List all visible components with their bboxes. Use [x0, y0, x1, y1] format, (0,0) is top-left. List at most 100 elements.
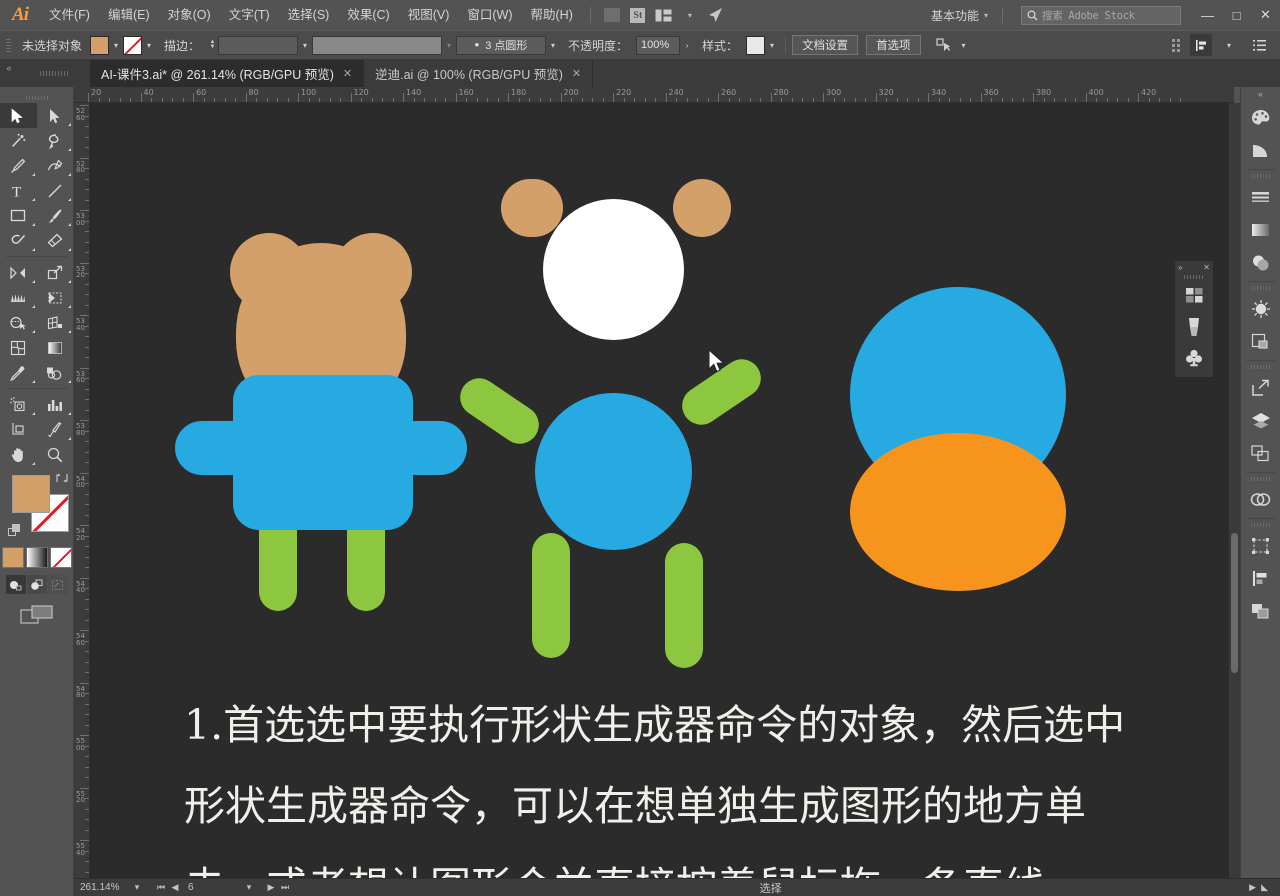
transform-panel-icon[interactable] [1241, 529, 1280, 562]
style-dropdown-icon[interactable]: ▾ [765, 36, 779, 55]
tab-document-1[interactable]: AI-课件3.ai* @ 261.14% (RGB/GPU 预览) ✕ [90, 60, 365, 87]
align-panel-icon[interactable] [1241, 562, 1280, 595]
screen-mode-button[interactable] [0, 604, 73, 626]
menu-file[interactable]: 文件(F) [40, 0, 99, 30]
swatches-panel-icon[interactable] [1175, 280, 1213, 311]
align-dropdown-icon[interactable]: ▾ [1222, 36, 1236, 55]
perspective-grid-tool[interactable] [37, 310, 74, 335]
artboard-number-input[interactable]: 6 [182, 882, 242, 893]
menu-effect[interactable]: 效果(C) [338, 0, 398, 30]
free-transform-tool[interactable] [37, 285, 74, 310]
fill-dropdown-icon[interactable]: ▾ [109, 36, 123, 55]
status-next-icon[interactable]: ▶ [1249, 882, 1256, 893]
draw-inside-button[interactable] [47, 575, 68, 594]
graphic-styles-panel-icon[interactable] [1241, 325, 1280, 358]
stock-search-input[interactable]: 搜索 Adobe Stock [1021, 5, 1181, 25]
width-tool[interactable] [0, 285, 37, 310]
pathfinder-panel-icon[interactable] [1241, 595, 1280, 628]
brush-definition-dropdown-icon[interactable]: ▾ [546, 36, 560, 55]
right-orange-ellipse[interactable] [850, 433, 1066, 591]
person-leg-right[interactable] [665, 543, 703, 668]
menu-view[interactable]: 视图(V) [399, 0, 459, 30]
person-head[interactable] [543, 199, 684, 340]
prev-artboard-button[interactable]: ◀ [168, 882, 182, 893]
last-artboard-button[interactable]: ⏭ [278, 882, 292, 893]
menu-object[interactable]: 对象(O) [159, 0, 220, 30]
menu-edit[interactable]: 编辑(E) [99, 0, 159, 30]
document-setup-button[interactable]: 文档设置 [792, 35, 859, 55]
stroke-weight-dropdown-icon[interactable]: ▾ [298, 36, 312, 55]
transparency-panel-icon[interactable] [1241, 246, 1280, 279]
select-similar-icon[interactable] [933, 34, 955, 56]
expand-panel-icon[interactable]: » [1178, 263, 1182, 272]
rotate-tool[interactable] [0, 260, 37, 285]
brush-definition-select[interactable]: • 3 点圆形 [456, 35, 547, 55]
canvas-vertical-scrollbar[interactable] [1229, 103, 1240, 878]
status-tool-label[interactable]: 选择 [292, 880, 1249, 896]
zoom-tool[interactable] [37, 442, 74, 467]
gradient-panel-icon[interactable] [1241, 213, 1280, 246]
swap-fill-stroke-icon[interactable] [55, 471, 69, 485]
eyedropper-tool[interactable] [0, 360, 37, 385]
type-tool[interactable]: T [0, 178, 37, 203]
curvature-tool[interactable] [37, 153, 74, 178]
brushes-panel-icon[interactable] [1175, 311, 1213, 342]
person-arm-right[interactable] [674, 351, 769, 433]
align-icon[interactable] [1190, 34, 1212, 56]
scale-tool[interactable] [37, 260, 74, 285]
shape-builder-tool[interactable] [0, 310, 37, 335]
stroke-weight-input[interactable] [218, 35, 299, 55]
opacity-input[interactable]: 100% [636, 35, 681, 55]
person-ear-right[interactable] [673, 179, 731, 237]
status-resize-grip[interactable]: ◣ [1261, 882, 1268, 893]
select-similar-dropdown-icon[interactable]: ▾ [957, 36, 971, 55]
stock-icon[interactable]: St [627, 4, 649, 26]
layers-panel-icon[interactable] [1241, 404, 1280, 437]
graphic-style-swatch[interactable] [746, 35, 766, 55]
artboard-dropdown-icon[interactable]: ▾ [242, 882, 256, 893]
gradient-tool[interactable] [37, 335, 74, 360]
tools-panel-grip[interactable] [0, 93, 73, 103]
menu-select[interactable]: 选择(S) [279, 0, 339, 30]
collapse-panels-icon[interactable]: « [0, 60, 18, 87]
dock-group-grip[interactable] [1241, 172, 1280, 180]
menu-type[interactable]: 文字(T) [220, 0, 279, 30]
zoom-dropdown-icon[interactable]: ▾ [130, 882, 144, 893]
bridge-icon[interactable] [601, 4, 623, 26]
arrange-grid-icon[interactable] [1172, 38, 1180, 52]
selection-tool[interactable] [0, 103, 37, 128]
stroke-weight-stepper[interactable]: ▲ ▼ [208, 39, 217, 50]
tab-document-2[interactable]: 逆迪.ai @ 100% (RGB/GPU 预览) ✕ [364, 60, 594, 87]
draw-normal-button[interactable] [5, 575, 26, 594]
scrollbar-thumb[interactable] [1231, 533, 1238, 673]
none-mode-button[interactable] [49, 547, 72, 568]
close-panel-icon[interactable]: ✕ [1203, 263, 1210, 272]
column-graph-tool[interactable] [37, 392, 74, 417]
appearance-panel-icon[interactable] [1241, 292, 1280, 325]
person-arm-left[interactable] [452, 370, 547, 452]
artwork-text-line-3[interactable]: 击。或者想让图形合并直接按着鼠标拖一条直线 [184, 855, 1045, 878]
canvas-viewport[interactable]: 1.首选选中要执行形状生成器命令的对象，然后选中 形状生成器命令，可以在想单独生… [90, 103, 1234, 878]
artboard-tool[interactable] [0, 417, 37, 442]
artwork-text-line-2[interactable]: 形状生成器命令，可以在想单独生成图形的地方单 [184, 774, 1086, 838]
line-segment-tool[interactable] [37, 178, 74, 203]
panel-menu-icon[interactable] [1248, 34, 1270, 56]
menu-help[interactable]: 帮助(H) [522, 0, 582, 30]
dock-group-grip-3[interactable] [1241, 363, 1280, 371]
mini-panel-grip[interactable] [1175, 273, 1213, 280]
hand-tool[interactable] [0, 442, 37, 467]
lasso-tool[interactable] [37, 128, 74, 153]
collapse-dock-icon[interactable]: « [1241, 87, 1280, 101]
export-panel-icon[interactable] [1241, 371, 1280, 404]
rectangle-tool[interactable] [0, 203, 37, 228]
plane-icon[interactable] [705, 4, 727, 26]
minimize-button[interactable]: — [1193, 0, 1222, 30]
close-icon[interactable]: ✕ [572, 67, 581, 80]
fill-color-swatch[interactable] [90, 35, 110, 55]
direct-selection-tool[interactable] [37, 103, 74, 128]
links-panel-icon[interactable] [1241, 483, 1280, 516]
paintbrush-tool[interactable] [37, 203, 74, 228]
close-icon[interactable]: ✕ [343, 67, 352, 80]
tab-bar-grip[interactable] [18, 60, 90, 87]
person-leg-left[interactable] [532, 533, 570, 658]
